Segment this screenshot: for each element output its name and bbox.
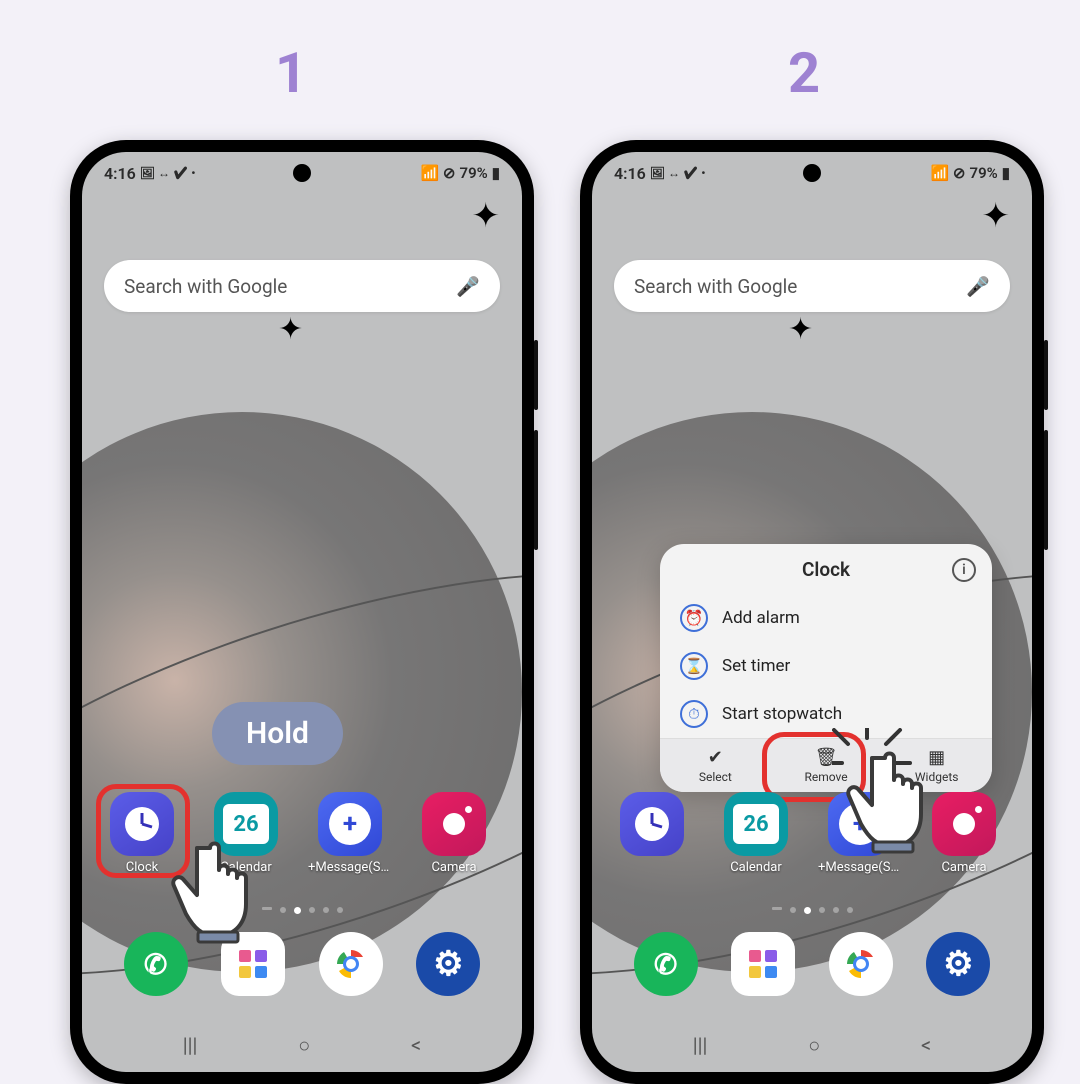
timer-icon: ⌛ <box>680 652 708 680</box>
status-bar: 4:16 🖼 ↔ ✔ • 📶 ⊘79%▮ <box>82 158 522 188</box>
nav-recent-icon[interactable]: ||| <box>183 1033 198 1058</box>
page-dots[interactable] <box>592 907 1032 914</box>
nav-bar[interactable]: ||| ○ < <box>82 1033 522 1058</box>
dock-phone[interactable]: ✆ <box>624 932 708 1000</box>
calendar-date: 26 <box>223 804 269 844</box>
phone-frame-1: ✦ ✦ 4:16 🖼 ↔ ✔ • 📶 ⊘79%▮ Search with Goo… <box>70 140 534 1084</box>
menu-bar-label: Select <box>699 770 732 784</box>
info-icon[interactable]: i <box>952 558 976 582</box>
dock-settings[interactable]: ⚙ <box>406 932 490 1000</box>
app-message[interactable]: + +Message(SM... <box>818 792 902 875</box>
step-2-label: 2 <box>788 40 820 106</box>
dock-phone[interactable]: ✆ <box>114 932 198 1000</box>
menu-item-label: Set timer <box>722 656 790 676</box>
alarm-icon: ⏰ <box>680 604 708 632</box>
dock-chrome[interactable] <box>309 932 393 1000</box>
hold-tooltip: Hold <box>212 702 343 765</box>
app-label: Camera <box>412 860 496 875</box>
search-placeholder: Search with Google <box>634 275 797 298</box>
screen-2[interactable]: ✦ ✦ 4:16 🖼 ↔ ✔ • 📶 ⊘79%▮ Search with Goo… <box>592 152 1032 1072</box>
dock-chrome[interactable] <box>819 932 903 1000</box>
menu-title: Clock <box>802 558 850 581</box>
status-battery: 79% <box>460 164 488 182</box>
app-message[interactable]: + +Message(SM... <box>308 792 392 875</box>
highlight-clock-icon <box>96 784 190 878</box>
menu-bar-label: Widgets <box>915 770 959 784</box>
nav-recent-icon[interactable]: ||| <box>693 1033 708 1058</box>
nav-bar[interactable]: ||| ○ < <box>592 1033 1032 1058</box>
app-calendar[interactable]: 26 Calendar <box>204 792 288 875</box>
app-label: +Message(SM... <box>818 860 902 875</box>
step-1-label: 1 <box>275 40 307 106</box>
widgets-icon: ▦ <box>881 747 992 768</box>
status-bar: 4:16 🖼 ↔ ✔ • 📶 ⊘79%▮ <box>592 158 1032 188</box>
menu-item-label: Start stopwatch <box>722 704 842 724</box>
nav-back-icon[interactable]: < <box>411 1033 421 1058</box>
dock-apps[interactable] <box>211 932 295 1000</box>
calendar-date: 26 <box>733 804 779 844</box>
search-bar[interactable]: Search with Google 🎤 <box>614 260 1010 312</box>
menu-bar-widgets[interactable]: ▦ Widgets <box>881 739 992 792</box>
menu-bar-select[interactable]: ✔ Select <box>660 739 771 792</box>
search-placeholder: Search with Google <box>124 275 287 298</box>
app-clock[interactable] <box>610 792 694 875</box>
menu-item-start-stopwatch[interactable]: ⏱ Start stopwatch <box>660 690 992 738</box>
screen-1[interactable]: ✦ ✦ 4:16 🖼 ↔ ✔ • 📶 ⊘79%▮ Search with Goo… <box>82 152 522 1072</box>
status-battery: 79% <box>970 164 998 182</box>
dock-apps[interactable] <box>721 932 805 1000</box>
status-time: 4:16 <box>104 164 136 183</box>
app-camera[interactable]: Camera <box>412 792 496 875</box>
app-label: Camera <box>922 860 1006 875</box>
select-icon: ✔ <box>660 747 771 768</box>
app-camera[interactable]: Camera <box>922 792 1006 875</box>
nav-home-icon[interactable]: ○ <box>808 1033 820 1058</box>
mic-icon[interactable]: 🎤 <box>456 275 480 298</box>
app-label: Calendar <box>714 860 798 875</box>
dock-settings[interactable]: ⚙ <box>916 932 1000 1000</box>
page-dots[interactable] <box>82 907 522 914</box>
phone-frame-2: ✦ ✦ 4:16 🖼 ↔ ✔ • 📶 ⊘79%▮ Search with Goo… <box>580 140 1044 1084</box>
menu-item-set-timer[interactable]: ⌛ Set timer <box>660 642 992 690</box>
stopwatch-icon: ⏱ <box>680 700 708 728</box>
app-label: Calendar <box>204 860 288 875</box>
nav-home-icon[interactable]: ○ <box>298 1033 310 1058</box>
menu-item-label: Add alarm <box>722 608 800 628</box>
app-calendar[interactable]: 26 Calendar <box>714 792 798 875</box>
app-label <box>610 860 694 875</box>
status-time: 4:16 <box>614 164 646 183</box>
search-bar[interactable]: Search with Google 🎤 <box>104 260 500 312</box>
menu-item-add-alarm[interactable]: ⏰ Add alarm <box>660 594 992 642</box>
app-label: +Message(SM... <box>308 860 392 875</box>
mic-icon[interactable]: 🎤 <box>966 275 990 298</box>
nav-back-icon[interactable]: < <box>921 1033 931 1058</box>
